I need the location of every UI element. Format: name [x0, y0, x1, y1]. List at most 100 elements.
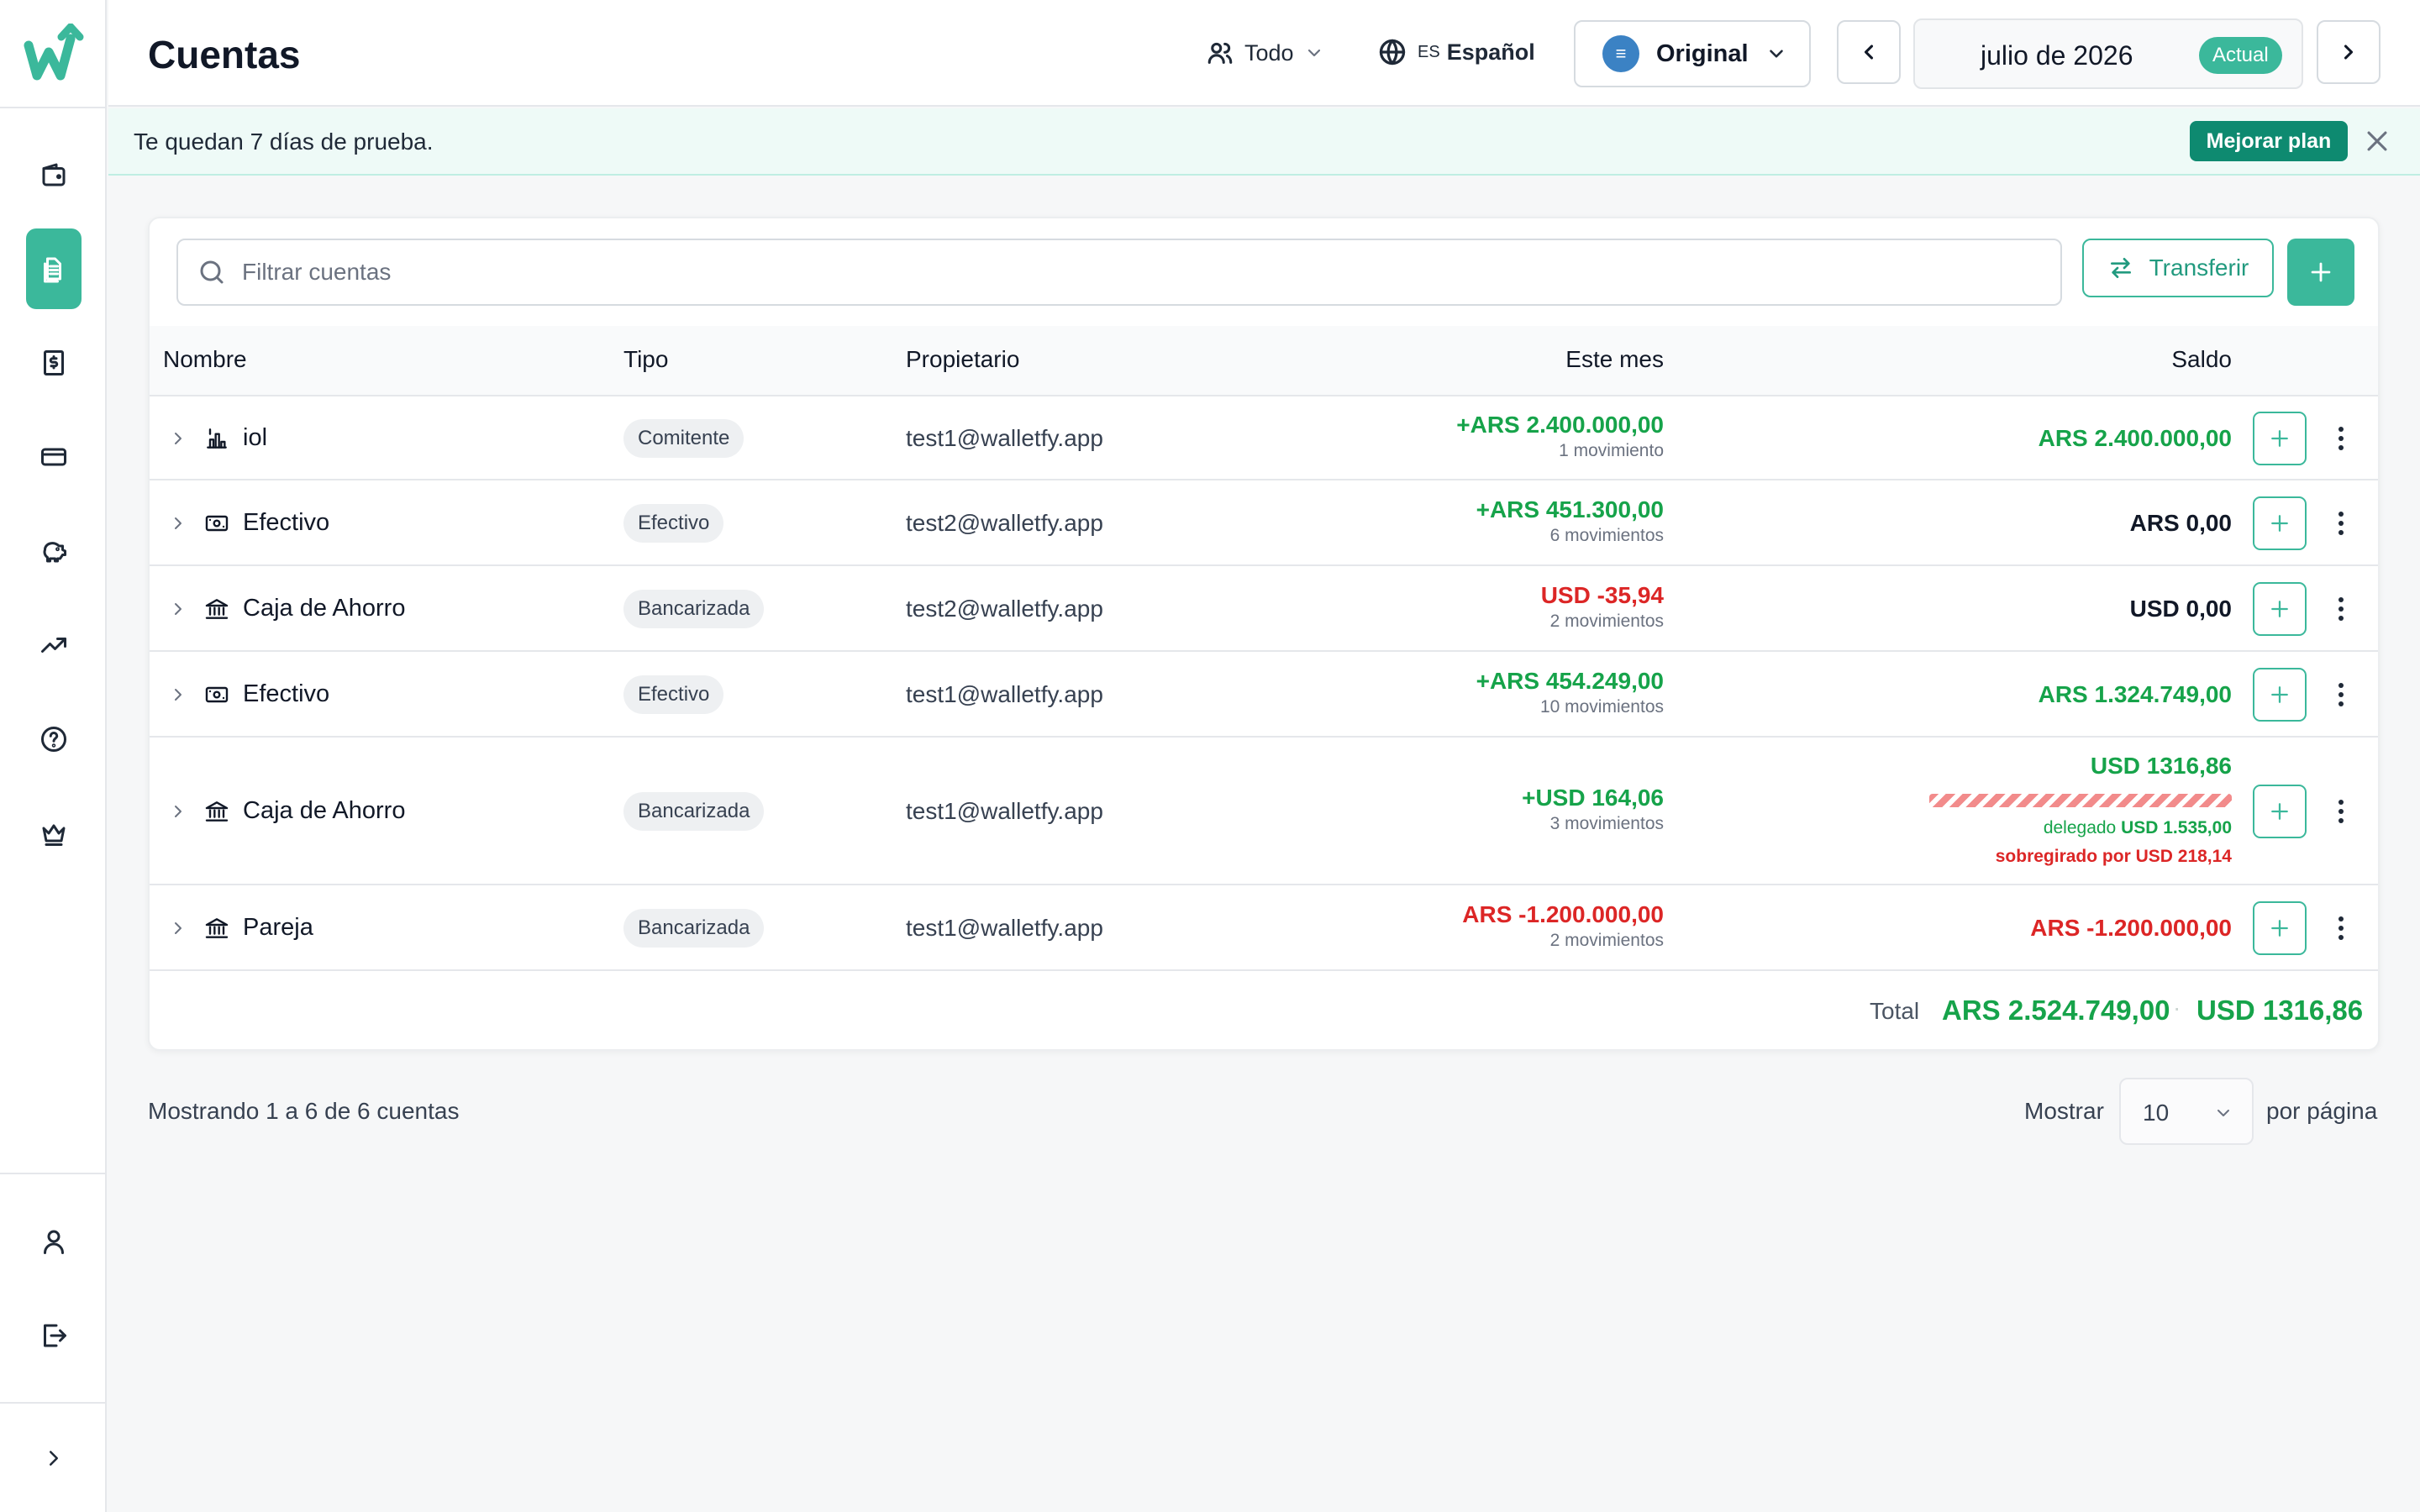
- sidebar-item-wallet[interactable]: [27, 148, 81, 202]
- more-vertical-icon-dot: [2338, 809, 2344, 814]
- sidebar-item-profile[interactable]: [27, 1215, 81, 1268]
- month-movement-count: 3 movimientos: [1549, 814, 1664, 833]
- bank-icon: [205, 918, 229, 938]
- month-summary: +ARS 454.249,00 10 movimientos: [1476, 668, 1664, 717]
- month-summary: +ARS 451.300,00 6 movimientos: [1476, 496, 1664, 546]
- account-type-badge: Bancarizada: [623, 909, 765, 948]
- plus-icon: [2271, 515, 2288, 532]
- currency-mode-selector[interactable]: ≡ Original: [1574, 20, 1811, 87]
- transfer-button[interactable]: Transferir: [2082, 239, 2274, 297]
- sidebar-divider: [0, 107, 107, 108]
- more-vertical-icon-dot: [2338, 800, 2344, 805]
- row-menu-button[interactable]: [2333, 795, 2349, 828]
- close-icon[interactable]: [2363, 127, 2391, 155]
- column-header-balance[interactable]: Saldo: [2171, 346, 2232, 373]
- month-movement-count: 1 movimiento: [1559, 441, 1664, 460]
- page-size-select[interactable]: 10: [2119, 1078, 2254, 1145]
- month-amount: +ARS 2.400.000,00: [1456, 412, 1664, 438]
- table-row[interactable]: Efectivo Efectivo test2@walletfy.app +ARS 4…: [150, 480, 2378, 566]
- add-transaction-button[interactable]: [2253, 668, 2307, 722]
- account-balance: ARS 2.400.000,00: [2038, 425, 2232, 451]
- account-owner: test1@walletfy.app: [906, 915, 1103, 941]
- column-header-month[interactable]: Este mes: [1565, 346, 1664, 373]
- account-name[interactable]: Pareja: [243, 914, 313, 942]
- row-menu-button[interactable]: [2333, 592, 2349, 626]
- chevron-down-icon: [1307, 49, 1320, 57]
- sidebar-item-transactions[interactable]: [27, 336, 81, 390]
- more-vertical-icon-dot: [2338, 436, 2344, 441]
- previous-month-button[interactable]: [1837, 20, 1901, 84]
- bank-icon: [205, 599, 229, 619]
- plus-icon: [2271, 803, 2288, 820]
- expand-row-chevron-icon[interactable]: [168, 513, 188, 533]
- account-name[interactable]: Caja de Ahorro: [243, 797, 405, 825]
- month-summary: ARS -1.200.000,00 2 movimientos: [1462, 901, 1664, 951]
- chevron-left-icon: [1864, 45, 1874, 60]
- sidebar: [0, 0, 107, 1512]
- sidebar-item-logout[interactable]: [27, 1309, 81, 1362]
- add-transaction-button[interactable]: [2253, 582, 2307, 636]
- column-header-type[interactable]: Tipo: [623, 346, 668, 373]
- table-row[interactable]: iol Comitente test1@walletfy.app +ARS 2.400…: [150, 396, 2378, 480]
- cash-icon: [205, 686, 229, 703]
- expand-row-chevron-icon[interactable]: [168, 685, 188, 705]
- search-icon: [200, 260, 224, 284]
- owner-filter-dropdown[interactable]: Todo: [1206, 39, 1324, 67]
- delegated-info: delegado USD 1.535,00: [2044, 818, 2232, 838]
- add-transaction-button[interactable]: [2253, 496, 2307, 550]
- add-account-button[interactable]: [2287, 239, 2354, 306]
- period-label: julio de 2026: [1981, 40, 2133, 71]
- month-summary: +USD 164,06 3 movimientos: [1522, 785, 1664, 834]
- sidebar-item-premium[interactable]: [27, 806, 81, 860]
- account-name[interactable]: Caja de Ahorro: [243, 595, 405, 622]
- row-menu-button[interactable]: [2333, 507, 2349, 540]
- row-menu-button[interactable]: [2333, 422, 2349, 455]
- table-row[interactable]: Caja de Ahorro Bancarizada test2@walletfy.…: [150, 566, 2378, 652]
- more-vertical-icon-dot: [2338, 530, 2344, 535]
- next-month-button[interactable]: [2317, 20, 2381, 84]
- table-row[interactable]: Efectivo Efectivo test1@walletfy.app +ARS 4…: [150, 652, 2378, 738]
- expand-row-chevron-icon[interactable]: [168, 918, 188, 938]
- search-input[interactable]: [242, 255, 2007, 289]
- account-name[interactable]: Efectivo: [243, 680, 329, 708]
- total-separator: ·: [2173, 995, 2181, 1021]
- column-header-owner[interactable]: Propietario: [906, 346, 1019, 373]
- language-selector[interactable]: ES Español: [1377, 37, 1535, 67]
- sidebar-item-help[interactable]: [27, 712, 81, 766]
- row-menu-button[interactable]: [2333, 678, 2349, 711]
- month-amount: +USD 164,06: [1522, 785, 1664, 811]
- search-field[interactable]: [176, 239, 2062, 306]
- account-balance: USD 0,00: [2129, 596, 2232, 622]
- current-period-badge: Actual: [2199, 37, 2282, 74]
- add-transaction-button[interactable]: [2253, 785, 2307, 838]
- add-transaction-button[interactable]: [2253, 901, 2307, 955]
- sidebar-item-investments[interactable]: [27, 618, 81, 672]
- row-menu-button[interactable]: [2333, 911, 2349, 945]
- table-row[interactable]: Pareja Bancarizada test1@walletfy.app ARS -…: [150, 885, 2378, 971]
- account-name[interactable]: Efectivo: [243, 509, 329, 537]
- month-movement-count: 2 movimientos: [1549, 931, 1664, 950]
- period-display[interactable]: julio de 2026 Actual: [1913, 18, 2303, 89]
- account-name[interactable]: iol: [243, 424, 267, 452]
- plus-icon: [2311, 262, 2331, 282]
- expand-row-chevron-icon[interactable]: [168, 801, 188, 822]
- sidebar-item-accounts[interactable]: [26, 228, 82, 309]
- delegated-progress-bar: [1929, 794, 2232, 807]
- upgrade-plan-button[interactable]: Mejorar plan: [2190, 121, 2348, 161]
- account-type-badge: Efectivo: [623, 675, 724, 714]
- walletfy-logo-icon[interactable]: [24, 24, 84, 84]
- trending-up-icon: [41, 638, 66, 653]
- add-transaction-button[interactable]: [2253, 412, 2307, 465]
- more-vertical-icon-dot: [2338, 427, 2344, 432]
- expand-row-chevron-icon[interactable]: [168, 428, 188, 449]
- sidebar-expand-button[interactable]: [27, 1431, 81, 1485]
- transfer-label: Transferir: [2149, 255, 2249, 281]
- plus-icon: [2271, 601, 2288, 617]
- table-row[interactable]: Caja de Ahorro Bancarizada test1@walletfy.…: [150, 738, 2378, 885]
- sidebar-item-cards[interactable]: [27, 430, 81, 484]
- more-vertical-icon-dot: [2338, 445, 2344, 450]
- column-header-name[interactable]: Nombre: [163, 346, 247, 373]
- sidebar-item-savings[interactable]: [27, 524, 81, 578]
- delegated-amount: USD 1.535,00: [2121, 818, 2232, 837]
- expand-row-chevron-icon[interactable]: [168, 599, 188, 619]
